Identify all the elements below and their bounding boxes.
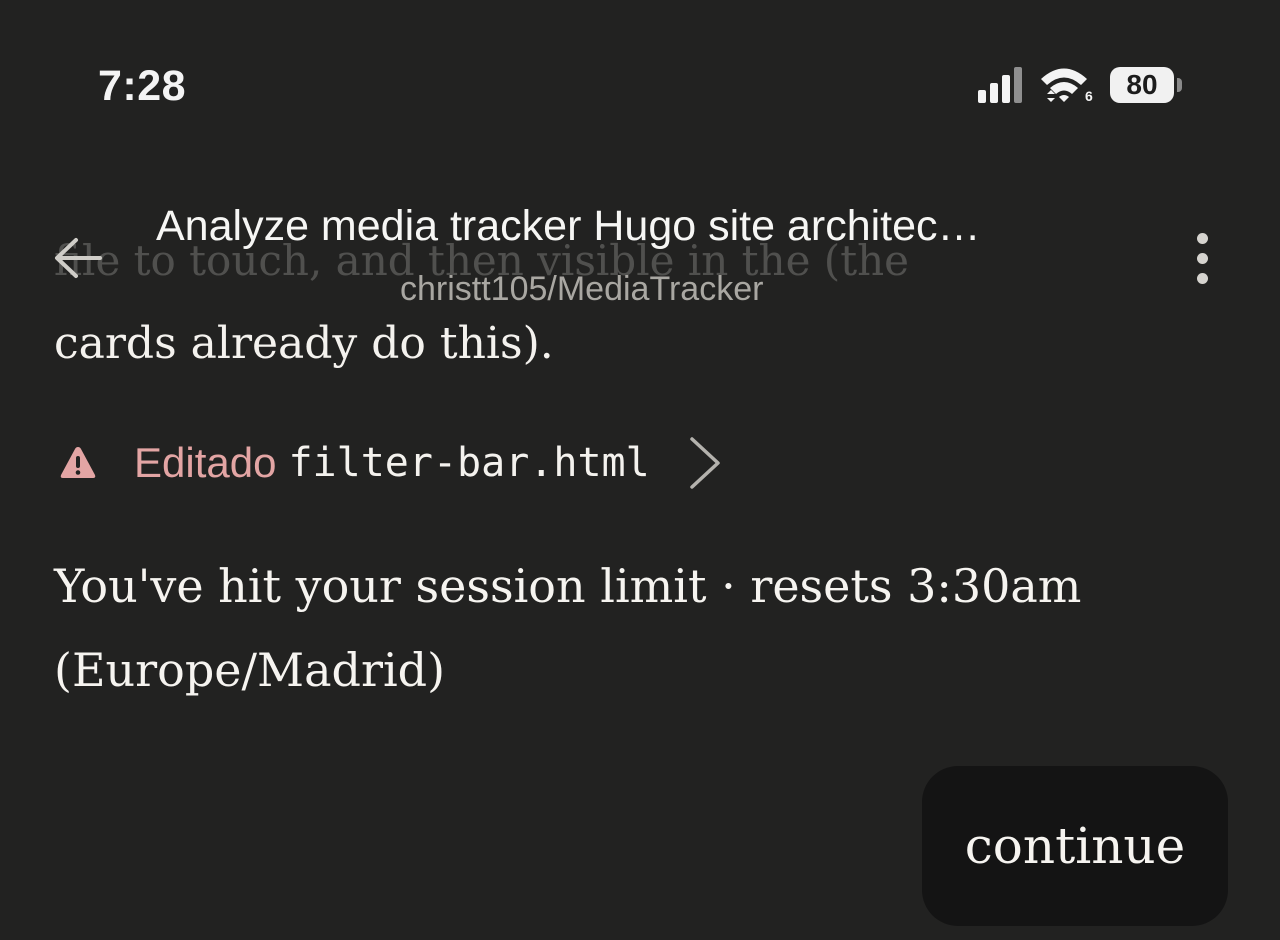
back-button[interactable]: [40, 220, 116, 296]
tool-action-label: Editado: [134, 439, 277, 486]
battery-level: 80: [1126, 69, 1158, 100]
session-limit-message: You've hit your session limit · resets 3…: [54, 559, 1082, 697]
status-icons: 6 80: [975, 64, 1190, 108]
battery-icon: 80: [1110, 67, 1182, 103]
signal-icon: [978, 67, 1022, 103]
warning-icon: [60, 447, 96, 478]
tool-call-row[interactable]: Editado filter-bar.html: [54, 428, 726, 498]
more-vertical-icon-dot: [1196, 252, 1208, 264]
repository-name: christt105/MediaTracker: [400, 270, 764, 308]
more-vertical-icon: [1196, 232, 1208, 244]
tool-file-name: filter-bar.html: [288, 440, 650, 486]
more-options-button[interactable]: [1176, 220, 1228, 296]
conversation-title[interactable]: Analyze media tracker Hugo site architec…: [156, 202, 1126, 251]
status-time: 7:28: [98, 62, 187, 110]
wifi-generation-badge: 6: [1085, 88, 1093, 104]
arrow-left-icon: [55, 238, 102, 278]
wifi-icon: [1041, 68, 1087, 102]
status-bar: 7:28 6 80: [0, 0, 1280, 150]
continue-button[interactable]: continue: [922, 766, 1228, 926]
chevron-right-icon: [689, 437, 720, 489]
more-vertical-icon-dot: [1196, 272, 1208, 284]
battery-cap: [1177, 78, 1182, 92]
conversation-header: Analyze media tracker Hugo site architec…: [0, 180, 1280, 330]
